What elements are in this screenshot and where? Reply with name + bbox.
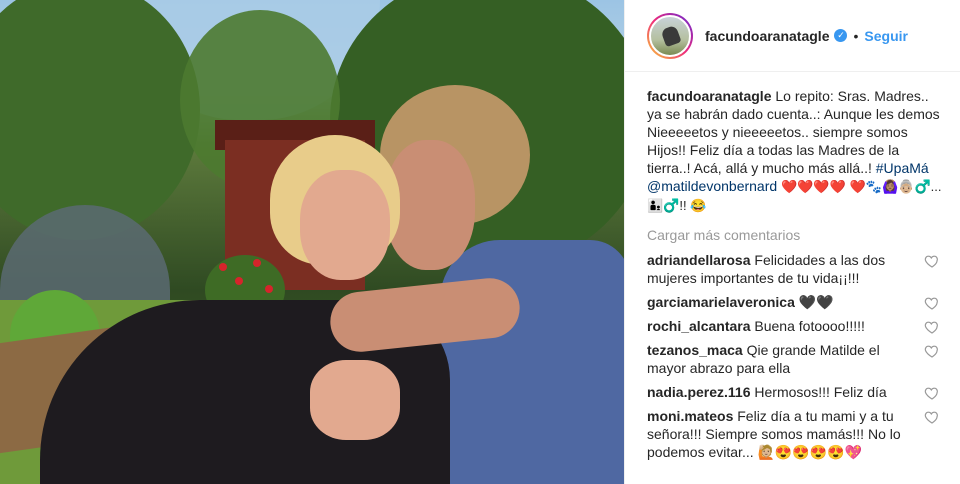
comments-section: facundoaranatagle Lo repito: Sras. Madre… bbox=[625, 72, 960, 461]
like-heart-icon[interactable] bbox=[924, 343, 940, 359]
comment-username[interactable]: garciamarielaveronica bbox=[647, 294, 795, 310]
comment-body: Buena fotoooo!!!!! bbox=[754, 318, 865, 334]
load-more-comments-button[interactable]: Cargar más comentarios bbox=[647, 227, 942, 243]
caption-emojis: ❤️❤️❤️❤️ bbox=[781, 179, 846, 194]
comment-row: garciamarielaveronica 🖤🖤 bbox=[647, 293, 942, 311]
comment-username[interactable]: moni.mateos bbox=[647, 408, 733, 424]
comment-row: nadia.perez.116 Hermosos!!! Feliz día bbox=[647, 383, 942, 401]
post-photo[interactable] bbox=[0, 0, 624, 484]
caption: facundoaranatagle Lo repito: Sras. Madre… bbox=[647, 87, 942, 215]
rose bbox=[235, 277, 243, 285]
avatar[interactable] bbox=[647, 12, 693, 59]
avatar-image bbox=[649, 14, 691, 57]
comment-text: nadia.perez.116 Hermosos!!! Feliz día bbox=[647, 383, 915, 401]
woman-face bbox=[300, 170, 390, 280]
comment-username[interactable]: adriandellarosa bbox=[647, 252, 751, 268]
man-shirt bbox=[440, 240, 624, 484]
like-heart-icon[interactable] bbox=[924, 295, 940, 311]
comment-username[interactable]: nadia.perez.116 bbox=[647, 384, 751, 400]
comment-text: adriandellarosa Felicidades a las dos mu… bbox=[647, 251, 915, 287]
post-header: facundoaranatagle ✓ • Seguir bbox=[625, 0, 960, 72]
verified-check-icon: ✓ bbox=[834, 29, 848, 42]
caption-username[interactable]: facundoaranatagle bbox=[647, 88, 771, 104]
comment-row: moni.mateos Feliz día a tu mami y a tu s… bbox=[647, 407, 942, 461]
separator-dot: • bbox=[853, 27, 859, 44]
hashtag-link[interactable]: #UpaMá bbox=[876, 160, 929, 176]
like-heart-icon[interactable] bbox=[924, 253, 940, 269]
comment-row: adriandellarosa Felicidades a las dos mu… bbox=[647, 251, 942, 287]
mention-link[interactable]: @matildevonbernard bbox=[647, 178, 777, 194]
post-sidebar: facundoaranatagle ✓ • Seguir facundoaran… bbox=[624, 0, 960, 484]
comment-username[interactable]: rochi_alcantara bbox=[647, 318, 751, 334]
like-heart-icon[interactable] bbox=[924, 385, 940, 401]
comment-body: 🖤🖤 bbox=[798, 294, 834, 310]
comment-username[interactable]: tezanos_maca bbox=[647, 342, 743, 358]
rose bbox=[265, 285, 273, 293]
comment-row: rochi_alcantara Buena fotoooo!!!!! bbox=[647, 317, 942, 335]
comment-text: moni.mateos Feliz día a tu mami y a tu s… bbox=[647, 407, 915, 461]
comment-body: Hermosos!!! Feliz día bbox=[754, 384, 887, 400]
like-heart-icon[interactable] bbox=[924, 409, 940, 425]
comment-row: tezanos_maca Qie grande Matilde el mayor… bbox=[647, 341, 942, 377]
comment-text: tezanos_maca Qie grande Matilde el mayor… bbox=[647, 341, 915, 377]
tree bbox=[0, 0, 200, 240]
follow-button[interactable]: Seguir bbox=[864, 28, 908, 44]
comment-text: garciamarielaveronica 🖤🖤 bbox=[647, 293, 915, 311]
header-username[interactable]: facundoaranatagle bbox=[705, 28, 829, 44]
rose bbox=[253, 259, 261, 267]
like-heart-icon[interactable] bbox=[924, 319, 940, 335]
woman-hand bbox=[310, 360, 400, 440]
comment-text: rochi_alcantara Buena fotoooo!!!!! bbox=[647, 317, 915, 335]
rose bbox=[219, 263, 227, 271]
